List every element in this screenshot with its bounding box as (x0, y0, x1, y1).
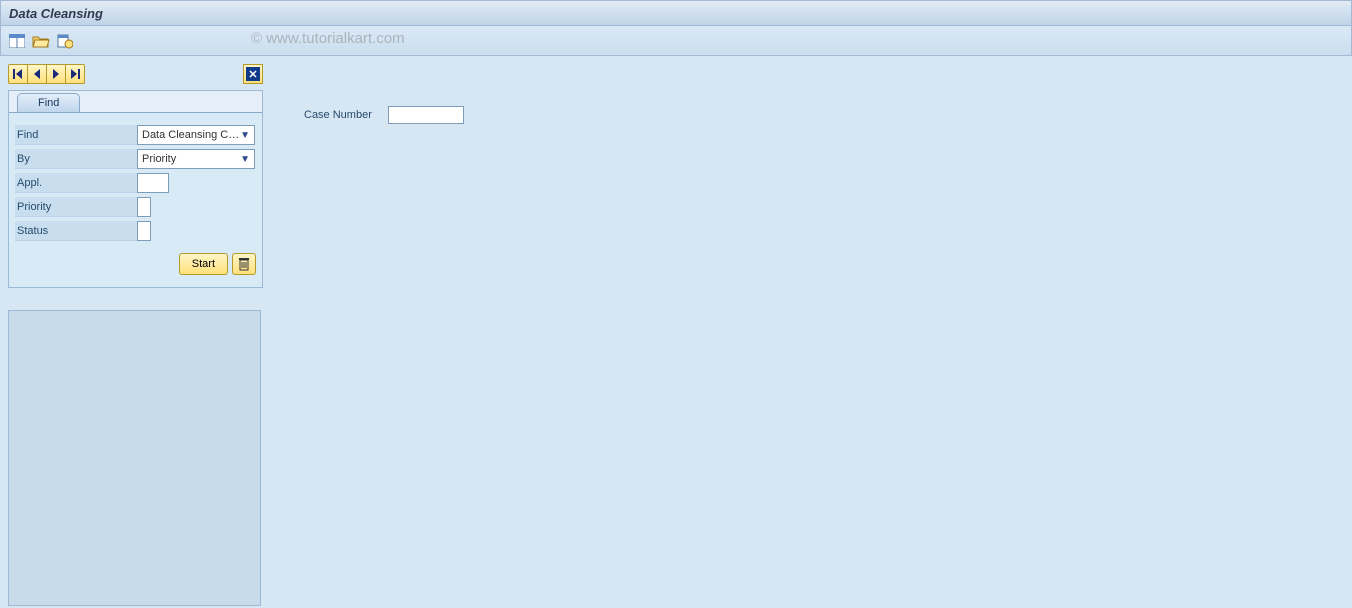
appl-input[interactable] (137, 173, 169, 193)
tab-find[interactable]: Find (17, 93, 80, 112)
case-number-input[interactable] (388, 106, 464, 124)
find-select[interactable]: Data Cleansing C… ▼ (137, 125, 255, 145)
appl-label: Appl. (15, 177, 75, 189)
chevron-down-icon: ▼ (240, 154, 250, 165)
by-select-value: Priority (142, 153, 176, 165)
by-label: By (15, 153, 75, 165)
layout-icon[interactable] (7, 32, 27, 50)
tab-body: Find Data Cleansing C… ▼ By Priority ▼ (9, 112, 262, 287)
content-area: ✕ Find Find Data Cleansing C… ▼ (0, 56, 1352, 606)
status-input[interactable] (137, 221, 151, 241)
delete-button[interactable] (232, 253, 256, 275)
case-number-label: Case Number (304, 109, 372, 121)
by-select[interactable]: Priority ▼ (137, 149, 255, 169)
nav-row: ✕ (8, 64, 263, 84)
result-list (8, 310, 261, 606)
status-label: Status (15, 225, 75, 237)
priority-label: Priority (15, 201, 75, 213)
start-button[interactable]: Start (179, 253, 228, 275)
trash-icon (238, 257, 250, 271)
nav-last-button[interactable] (65, 64, 85, 84)
nav-first-button[interactable] (8, 64, 28, 84)
close-icon: ✕ (246, 67, 260, 81)
nav-prev-button[interactable] (27, 64, 47, 84)
tab-strip: Find (9, 91, 262, 112)
folder-open-icon[interactable] (31, 32, 51, 50)
nav-next-button[interactable] (46, 64, 66, 84)
find-select-value: Data Cleansing C… (142, 129, 239, 141)
watermark-text: © www.tutorialkart.com (251, 30, 405, 47)
sidebar: ✕ Find Find Data Cleansing C… ▼ (8, 64, 270, 598)
find-panel: Find Find Data Cleansing C… ▼ By Prior (8, 90, 263, 288)
case-number-row: Case Number (288, 106, 1344, 124)
priority-input[interactable] (137, 197, 151, 217)
find-label: Find (15, 129, 75, 141)
main-area: Case Number (288, 64, 1344, 598)
close-panel-button[interactable]: ✕ (243, 64, 263, 84)
app-toolbar: © www.tutorialkart.com (0, 26, 1352, 56)
page-title: Data Cleansing (9, 6, 103, 21)
title-bar: Data Cleansing (0, 0, 1352, 26)
chevron-down-icon: ▼ (240, 130, 250, 141)
tool-icon[interactable] (55, 32, 75, 50)
